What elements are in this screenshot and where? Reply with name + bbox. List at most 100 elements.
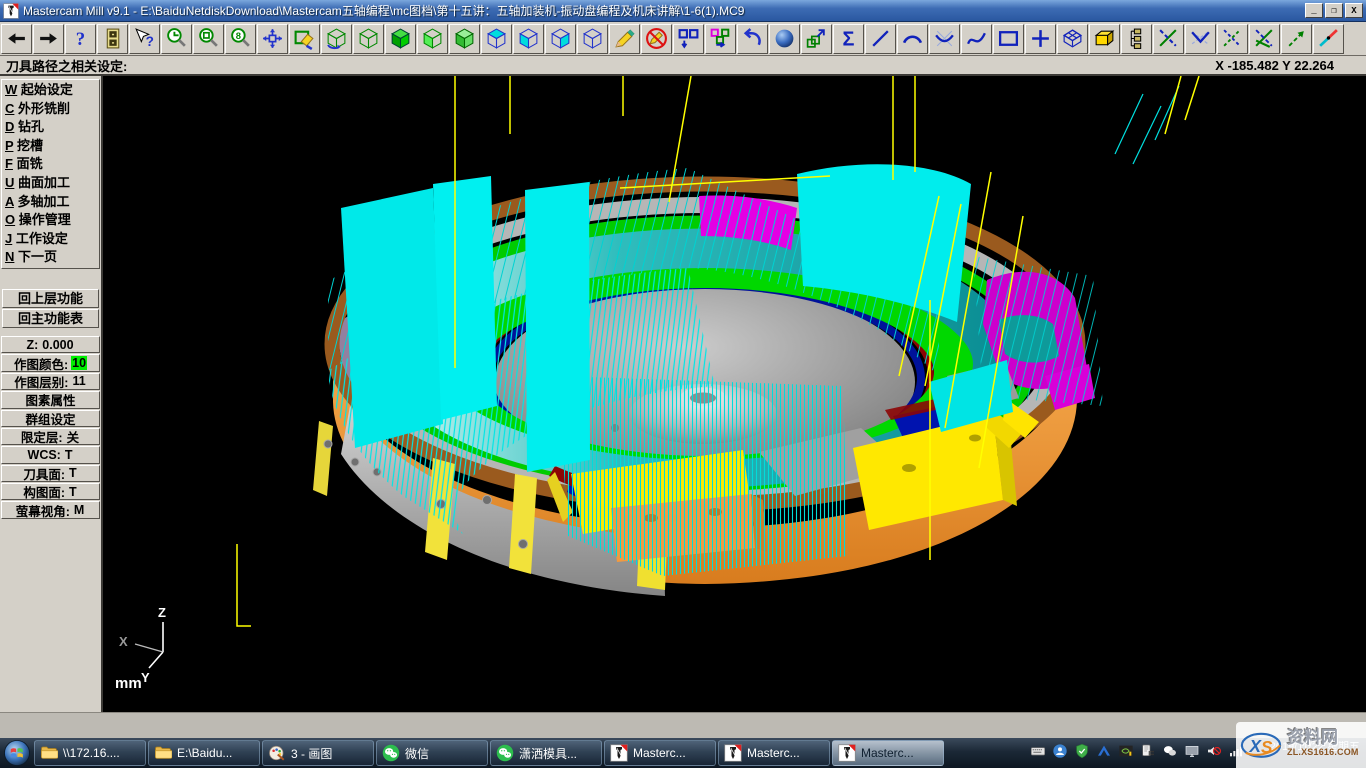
cubeSolidG-icon [389, 27, 412, 50]
spline-button[interactable] [961, 24, 992, 54]
zoom-window-button[interactable] [193, 24, 224, 54]
sidebar-item-n[interactable]: N 下一页 [2, 248, 99, 267]
delete-button[interactable] [641, 24, 672, 54]
shading-button[interactable] [769, 24, 800, 54]
tray-autodesk-icon[interactable] [1096, 743, 1112, 764]
undo-button[interactable] [737, 24, 768, 54]
status-item-3[interactable]: 图素属性 [1, 391, 100, 408]
status-item-5[interactable]: 限定层:关 [1, 428, 100, 445]
measure-button[interactable] [1281, 24, 1312, 54]
wireframe-view-button[interactable] [353, 24, 384, 54]
calculator-button[interactable]: Σ [833, 24, 864, 54]
close-button[interactable]: X [1345, 3, 1363, 18]
point-button[interactable] [1025, 24, 1056, 54]
plus-icon [1029, 27, 1052, 50]
main-menu-button[interactable]: 回主功能表 [2, 309, 99, 328]
operations-manager-button[interactable] [1121, 24, 1152, 54]
tray-shield-blue-icon[interactable] [1052, 743, 1068, 764]
top-view-button[interactable] [481, 24, 512, 54]
side-view-button[interactable] [545, 24, 576, 54]
transform-ops-button[interactable] [705, 24, 736, 54]
arc-button[interactable] [897, 24, 928, 54]
tray-shield-green-icon[interactable] [1074, 743, 1090, 764]
taskbar-item-4[interactable]: 潇洒模具... [490, 740, 602, 766]
pan-button[interactable] [257, 24, 288, 54]
help-button[interactable]: ? [65, 24, 96, 54]
xGB-icon [1157, 27, 1180, 50]
sidebar-item-o[interactable]: O 操作管理 [2, 211, 99, 230]
status-item-2[interactable]: 作图层别:11 [1, 373, 100, 390]
shade-settings-button[interactable] [449, 24, 480, 54]
trim-button[interactable] [1153, 24, 1184, 54]
line-button[interactable] [865, 24, 896, 54]
taskbar-item-3[interactable]: 微信 [376, 740, 488, 766]
back-button[interactable] [1, 24, 32, 54]
zoom-button[interactable] [161, 24, 192, 54]
tray-nvidia-icon[interactable] [1118, 743, 1134, 764]
taskbar-item-1[interactable]: E:\Baidu... [148, 740, 260, 766]
file-manager-button[interactable] [97, 24, 128, 54]
sidebar-item-j[interactable]: J 工作设定 [2, 230, 99, 249]
backup-menu-button[interactable]: 回上层功能 [2, 289, 99, 308]
taskbar-item-0[interactable]: \\172.16.... [34, 740, 146, 766]
extend-button[interactable] [1249, 24, 1280, 54]
watermark-url: ZL.XS1616.COM [1287, 745, 1359, 760]
status-item-6[interactable]: WCS:T [1, 446, 100, 463]
forward-button[interactable] [33, 24, 64, 54]
rectangle-button[interactable] [993, 24, 1024, 54]
status-item-0[interactable]: Z:0.000 [1, 336, 100, 353]
sidebar-item-f[interactable]: F 面铣 [2, 155, 99, 174]
iso-view-button[interactable] [577, 24, 608, 54]
sidebar-item-c[interactable]: C 外形铣削 [2, 100, 99, 119]
window-bottom-strip [0, 712, 1366, 738]
status-item-7[interactable]: 刀具面:T [1, 465, 100, 482]
cursor-coordinates: X -185.482 Y 22.264 [1215, 58, 1360, 73]
front-view-button[interactable] [513, 24, 544, 54]
prompt-bar: 刀具路径之相关设定: X -185.482 Y 22.264 [0, 56, 1366, 76]
left-face-view-button[interactable] [417, 24, 448, 54]
shaded-view-button[interactable] [385, 24, 416, 54]
repaint-button[interactable] [289, 24, 320, 54]
zoom-scale-button[interactable]: 8 [225, 24, 256, 54]
conic-icon [933, 27, 956, 50]
sidebar-menu: W 起始设定C 外形铣削D 钻孔P 挖槽F 面铣U 曲面加工A 多轴加工O 操作… [0, 76, 103, 712]
taskbar-item-7[interactable]: Masterc... [832, 740, 944, 766]
tray-display-icon[interactable] [1184, 743, 1200, 764]
status-item-4[interactable]: 群组设定 [1, 410, 100, 427]
conic-button[interactable] [929, 24, 960, 54]
divide-button[interactable] [1217, 24, 1248, 54]
status-item-9[interactable]: 萤幕视角:M [1, 501, 100, 518]
z-axis-label: Z [158, 605, 166, 620]
mastercam-screen: Mastercam Mill v9.1 - E:\BaiduNetdiskDow… [0, 0, 1366, 768]
cubeShadeG-icon [453, 27, 476, 50]
taskbar-item-2[interactable]: 3 - 画图 [262, 740, 374, 766]
undo-icon [741, 27, 764, 50]
taskbar-item-6[interactable]: Masterc... [718, 740, 830, 766]
tray-wechat-tray-icon[interactable] [1162, 743, 1178, 764]
copy-ops-button[interactable] [673, 24, 704, 54]
status-item-8[interactable]: 构图面:T [1, 483, 100, 500]
scale-entities-button[interactable] [801, 24, 832, 54]
context-help-button[interactable]: ? [129, 24, 160, 54]
start-button[interactable] [2, 739, 32, 767]
dynamic-rotate-button[interactable] [321, 24, 352, 54]
trim-two-button[interactable] [1185, 24, 1216, 54]
graphics-viewport[interactable]: Z X Y mm [103, 76, 1366, 712]
sidebar-item-w[interactable]: W 起始设定 [2, 81, 99, 100]
tray-keyboard-icon[interactable] [1030, 743, 1046, 764]
solid-button[interactable] [1089, 24, 1120, 54]
surface-button[interactable] [1057, 24, 1088, 54]
status-item-1[interactable]: 作图颜色:10 [1, 354, 100, 371]
analyze-button[interactable] [1313, 24, 1344, 54]
minimize-button[interactable]: _ [1305, 3, 1323, 18]
watermark: XS 资料网 ZL.XS1616.COM [1236, 722, 1366, 768]
create-button[interactable] [609, 24, 640, 54]
tray-volume-muted-icon[interactable] [1206, 743, 1222, 764]
tray-plug-icon[interactable] [1140, 743, 1156, 764]
sidebar-item-u[interactable]: U 曲面加工 [2, 174, 99, 193]
sidebar-item-a[interactable]: A 多轴加工 [2, 193, 99, 212]
taskbar-item-5[interactable]: Masterc... [604, 740, 716, 766]
restore-button[interactable]: ❐ [1325, 3, 1343, 18]
sidebar-item-p[interactable]: P 挖槽 [2, 137, 99, 156]
sidebar-item-d[interactable]: D 钻孔 [2, 118, 99, 137]
